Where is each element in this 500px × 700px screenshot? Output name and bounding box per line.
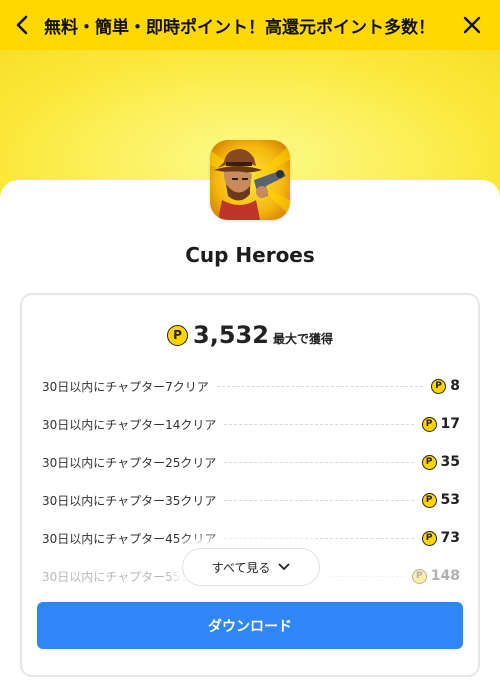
task-reward: P 35 [421,454,460,470]
task-label: 30日以内にチャプター7クリア [42,379,209,394]
reward-card: P 3,532 最大で獲得 30日以内にチャプター7クリア P 8 30日以内に… [20,293,480,677]
task-label: 30日以内にチャプター35クリア [42,493,217,508]
task-reward: P 17 [421,416,460,432]
point-coin-icon: P [431,378,446,394]
task-reward: P 8 [431,378,460,394]
app-icon [210,140,290,220]
task-row: 30日以内にチャプター35クリア P 53 [42,481,460,519]
task-reward: P 148 [411,568,460,584]
task-reward: P 53 [421,492,460,508]
chevron-down-icon [278,563,290,570]
task-label: 30日以内にチャプター14クリア [42,417,217,432]
dotted-leader [224,461,414,463]
dotted-leader [224,499,414,501]
point-coin-icon: P [421,492,437,508]
point-coin-icon: P [421,530,437,546]
see-all-button[interactable]: すべて見る [182,548,320,586]
chevron-left-icon [16,15,28,35]
point-coin-icon: P [421,416,437,432]
header-title: 無料・簡単・即時ポイント！高還元ポイント多数！ [44,17,435,38]
task-row: 30日以内にチャプター14クリア P 17 [42,405,460,443]
task-points: 35 [440,454,460,470]
task-points: 148 [430,568,460,584]
total-suffix: 最大で獲得 [272,332,333,346]
task-label: 30日以内にチャプター25クリア [42,455,217,470]
top-bar: 無料・簡単・即時ポイント！高還元ポイント多数！ [0,0,500,50]
download-button[interactable]: ダウンロード [37,602,463,649]
point-coin-icon: P [411,568,427,584]
see-all-label: すべて見る [211,560,271,575]
dotted-leader [224,423,414,425]
dotted-leader [224,537,414,539]
total-points: 3,532 [193,321,269,349]
task-row: 30日以内にチャプター25クリア P 35 [42,443,460,481]
app-name: Cup Heroes [185,243,315,267]
task-label: 30日以内にチャプター45クリア [42,531,217,546]
task-reward: P 73 [421,530,460,546]
task-points: 53 [440,492,460,508]
task-points: 17 [440,416,460,432]
point-coin-icon: P [421,454,437,470]
task-points: 73 [440,530,460,546]
total-reward: P 3,532 最大で獲得 [22,321,478,349]
task-points: 8 [450,378,460,394]
back-button[interactable] [0,0,44,50]
close-icon [463,16,481,34]
dotted-leader [216,385,423,387]
close-button[interactable] [444,0,500,50]
task-row: 30日以内にチャプター7クリア P 8 [42,367,460,405]
point-coin-icon: P [167,324,189,346]
